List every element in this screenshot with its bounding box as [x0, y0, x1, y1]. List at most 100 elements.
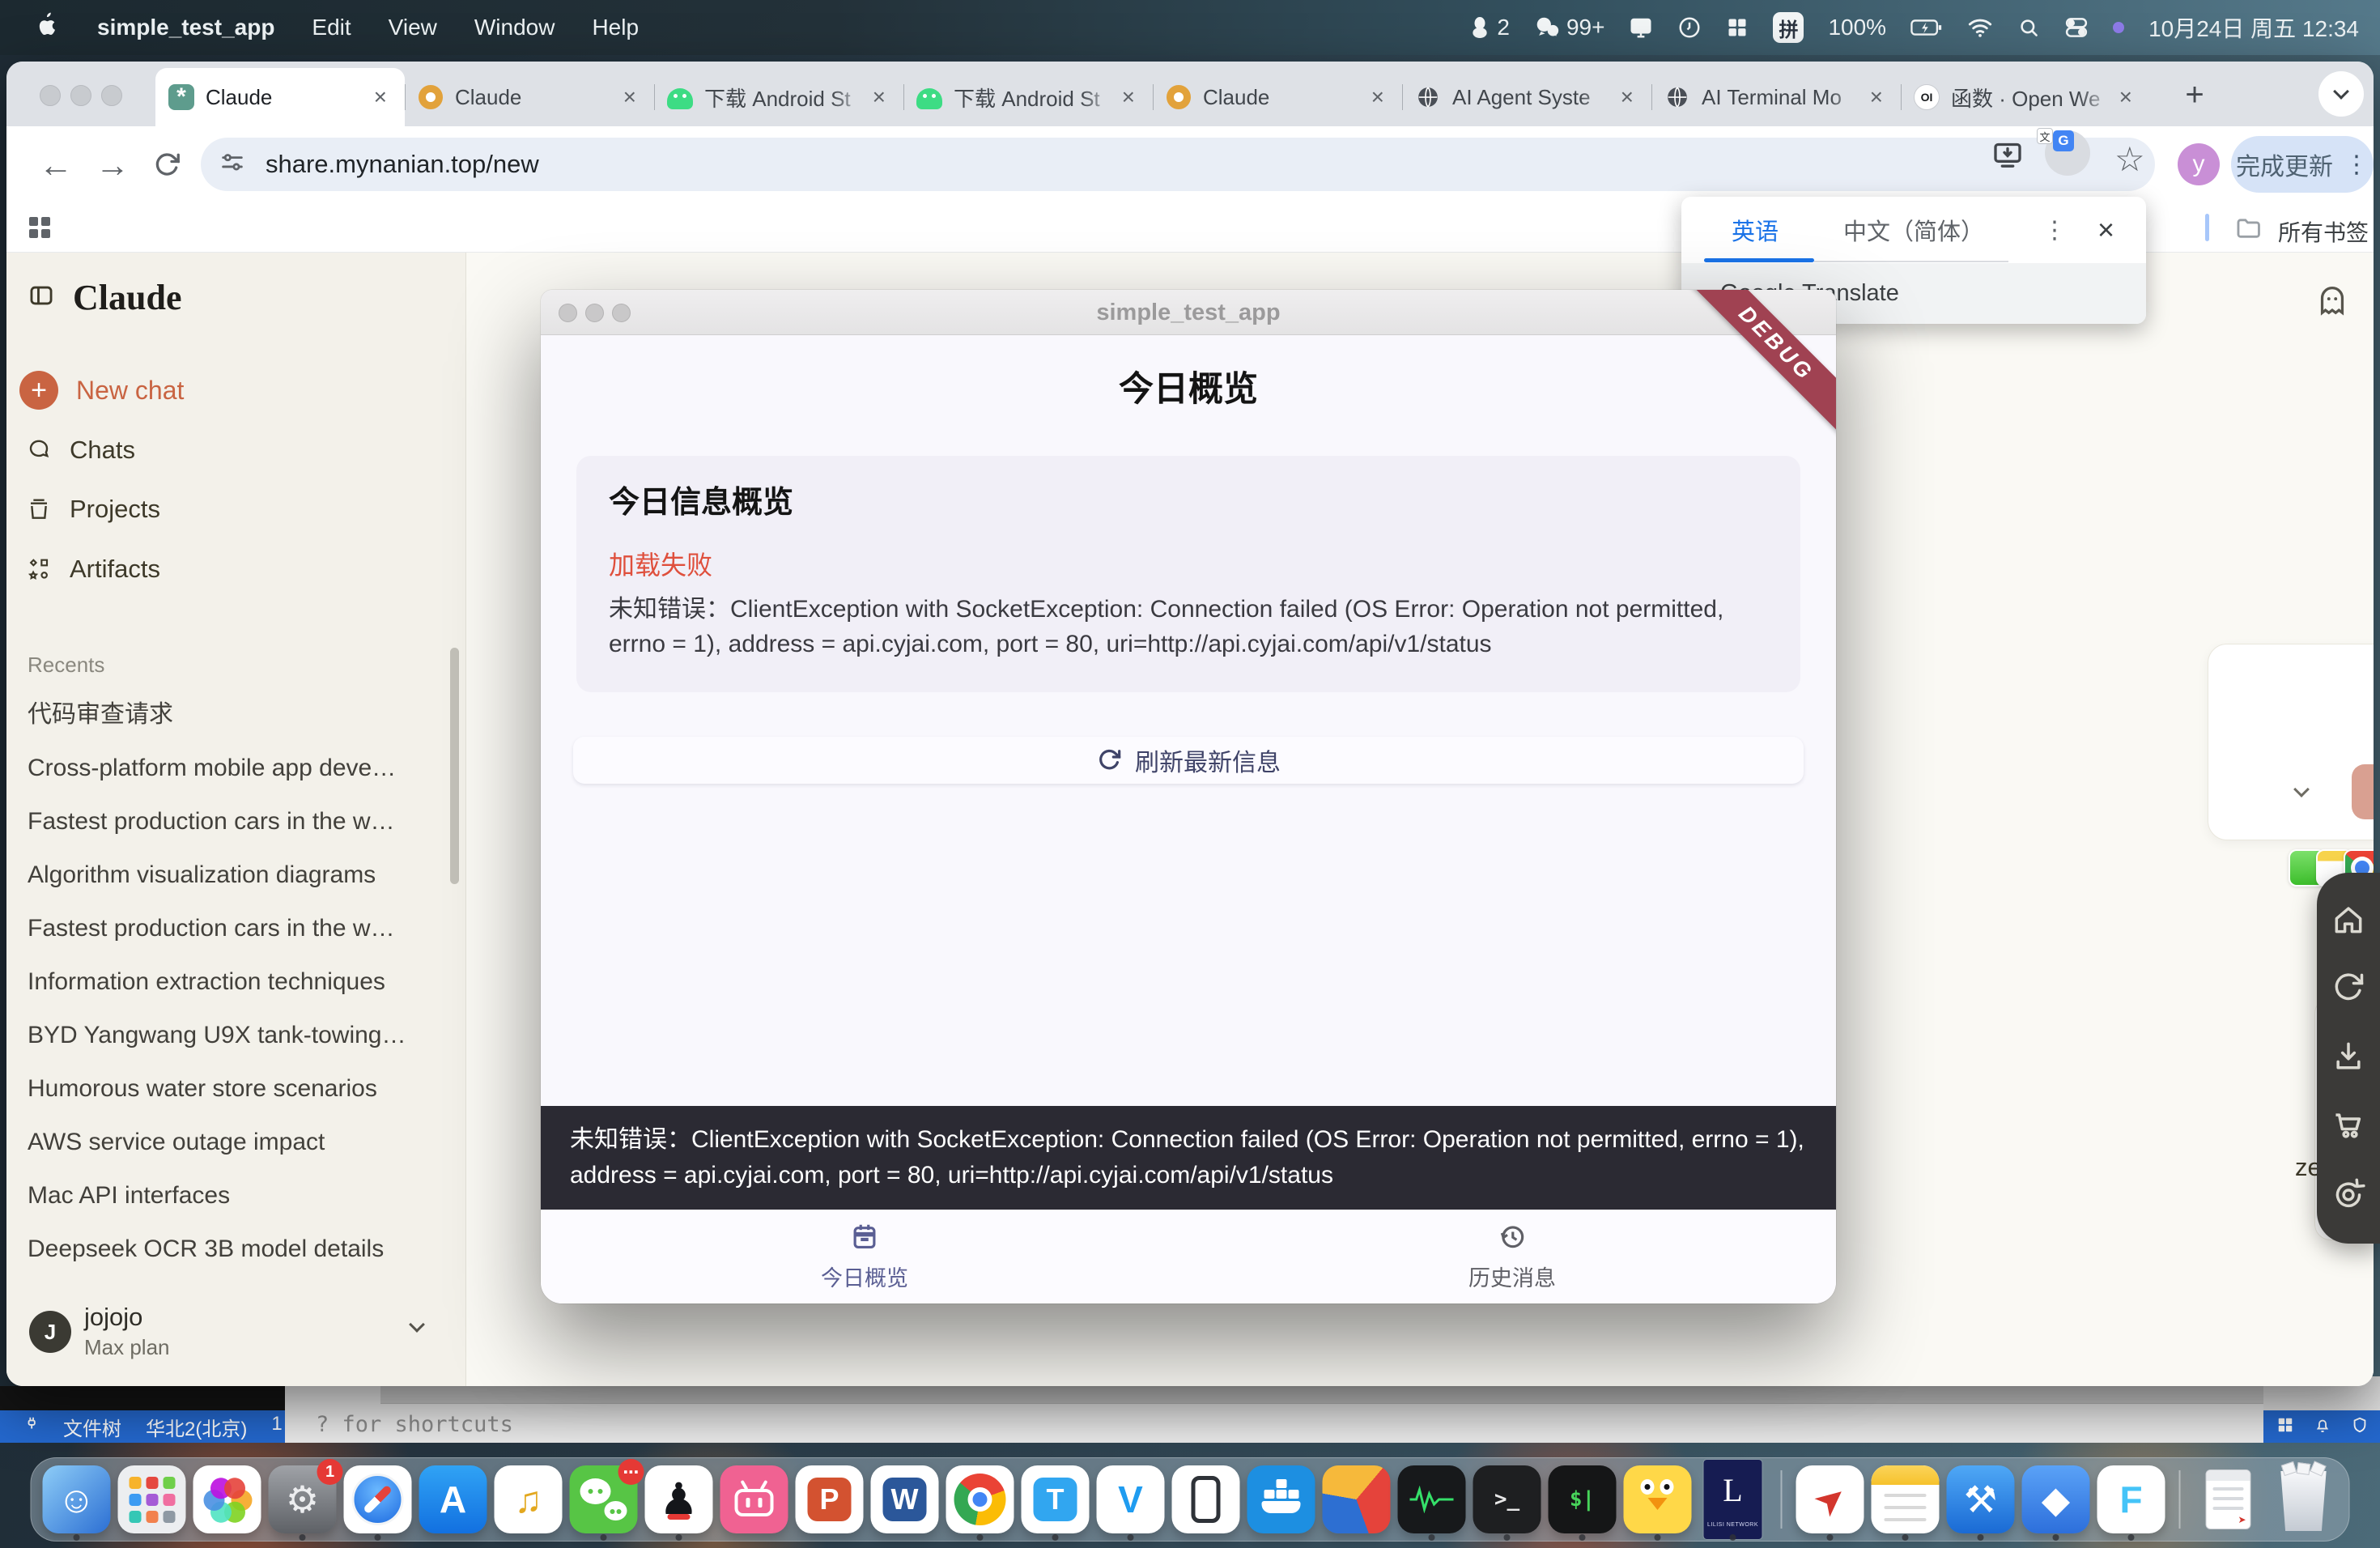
reload-icon[interactable] — [2331, 970, 2366, 1010]
tab-7[interactable]: OI函数 · Open We× — [1901, 68, 2150, 126]
apple-icon[interactable] — [36, 11, 60, 45]
tab-close-icon[interactable]: × — [1865, 83, 1888, 112]
menu-view[interactable]: View — [389, 15, 437, 40]
tab-2[interactable]: 下载 Android St× — [654, 68, 903, 126]
sidebar-toggle-icon[interactable] — [28, 282, 55, 313]
dock-item-cube-ide[interactable] — [1323, 1465, 1391, 1533]
refresh-button[interactable]: 刷新最新信息 — [573, 737, 1804, 784]
dock-item-terminal[interactable]: >_ — [1473, 1465, 1541, 1533]
back-button[interactable]: ← — [39, 146, 73, 185]
menu-window[interactable]: Window — [474, 15, 555, 40]
dock-item-finder[interactable]: ☺ — [43, 1465, 111, 1533]
menu-help[interactable]: Help — [592, 15, 639, 40]
recent-item-0[interactable]: 代码审查请求 — [6, 688, 444, 742]
dock-item-lilisi-network[interactable]: LLILISI NETWORK — [1699, 1465, 1767, 1533]
tab-3[interactable]: 下载 Android St× — [903, 68, 1153, 126]
user-menu[interactable]: J jojojo Max plan — [6, 1301, 466, 1363]
sidebar-item-chats[interactable]: Chats — [26, 436, 135, 465]
tab-close-icon[interactable]: × — [868, 83, 890, 112]
chrome-menu-icon[interactable]: ⋮ — [2344, 151, 2369, 179]
tab-1[interactable]: Claude× — [405, 68, 654, 126]
recent-item-10[interactable]: Deepseek OCR 3B model details — [6, 1223, 444, 1276]
translate-options-icon[interactable]: ⋮ — [2042, 216, 2067, 245]
window-close-button[interactable] — [40, 85, 61, 106]
dock-item-word[interactable]: W — [871, 1465, 939, 1533]
chat-input-card[interactable] — [2208, 644, 2374, 840]
window-grid-status-icon[interactable] — [1726, 16, 1749, 39]
recent-item-9[interactable]: Mac API interfaces — [6, 1169, 444, 1223]
wifi-icon[interactable] — [1967, 16, 1993, 39]
dock-item-photos[interactable] — [193, 1465, 261, 1533]
new-chat-button[interactable]: + New chat — [19, 371, 184, 410]
tune-icon[interactable] — [219, 149, 246, 181]
recent-item-6[interactable]: BYD Yangwang U9X tank-towing… — [6, 1009, 444, 1062]
install-app-icon[interactable] — [1991, 138, 2024, 175]
translate-tab-chinese[interactable]: 中文（简体） — [1843, 213, 1984, 247]
window-minimize-button[interactable] — [70, 85, 91, 106]
home-icon[interactable] — [2331, 902, 2366, 942]
finish-update-button[interactable]: 完成更新 ⋮ — [2231, 136, 2374, 193]
tab-close-icon[interactable]: × — [618, 83, 641, 112]
bookmark-star-icon[interactable]: ☆ — [2114, 139, 2145, 179]
recent-item-3[interactable]: Algorithm visualization diagrams — [6, 848, 444, 902]
dock-item-flclash[interactable]: ➤ — [1796, 1465, 1864, 1533]
window-zoom-button[interactable] — [101, 85, 122, 106]
recent-item-8[interactable]: AWS service outage impact — [6, 1116, 444, 1169]
dock-item-screenshot-preview[interactable]: ➤ — [2195, 1465, 2263, 1533]
dock-item-app-store[interactable]: A — [419, 1465, 487, 1533]
dock-item-music[interactable]: ♫ — [495, 1465, 563, 1533]
dock-item-cyberduck[interactable] — [1624, 1465, 1692, 1533]
menu-edit[interactable]: Edit — [312, 15, 351, 40]
dock-item-safari[interactable] — [344, 1465, 412, 1533]
sidebar-item-projects[interactable]: Projects — [26, 495, 160, 524]
time-machine-status-icon[interactable] — [1677, 15, 1702, 40]
qq-status-icon[interactable]: 2 — [1469, 15, 1510, 40]
tab-close-icon[interactable]: × — [1366, 83, 1389, 112]
folder-icon[interactable] — [2234, 214, 2262, 245]
control-center-icon[interactable] — [2064, 15, 2089, 40]
tab-close-icon[interactable]: × — [1616, 83, 1638, 112]
wechat-status-icon[interactable]: 99+ — [1534, 15, 1605, 40]
tab-5[interactable]: AI Agent Syste× — [1402, 68, 1651, 126]
address-bar[interactable]: share.mynanian.top/new — [201, 138, 2155, 191]
nav-tab-today[interactable]: 今日概览 — [767, 1221, 962, 1292]
recent-item-2[interactable]: Fastest production cars in the w… — [6, 795, 444, 848]
send-button[interactable]: ↑ — [2352, 764, 2374, 819]
tab-close-icon[interactable]: × — [1117, 83, 1140, 112]
translate-icon[interactable]: G文 — [2045, 130, 2090, 176]
claude-logo[interactable]: Claude — [73, 277, 181, 318]
tab-0[interactable]: *Claude× — [155, 68, 405, 126]
ghost-icon[interactable] — [2314, 282, 2351, 323]
forward-button[interactable]: → — [96, 146, 130, 185]
dock-item-flutter[interactable]: F — [2097, 1465, 2165, 1533]
spotlight-search-icon[interactable] — [2017, 16, 2040, 39]
dock-item-iphone-mirroring[interactable] — [1172, 1465, 1240, 1533]
dock-item-trash[interactable] — [2270, 1465, 2338, 1533]
translate-close-icon[interactable]: × — [2097, 213, 2114, 247]
dock-item-iterm[interactable]: $| — [1549, 1465, 1617, 1533]
dock-item-transporter-blue[interactable]: ◆ — [2022, 1465, 2090, 1533]
dock-item-wechat[interactable]: ⋯ — [570, 1465, 638, 1533]
model-selector-chevron[interactable] — [2293, 781, 2310, 797]
sidebar-scrollbar[interactable] — [450, 648, 459, 884]
dock-item-powerpoint[interactable]: P — [796, 1465, 864, 1533]
profile-avatar[interactable]: y — [2178, 143, 2220, 185]
cart-icon[interactable] — [2331, 1107, 2366, 1146]
dock-item-bilibili[interactable] — [720, 1465, 788, 1533]
dock-item-chrome[interactable] — [946, 1465, 1014, 1533]
tab-4[interactable]: Claude× — [1153, 68, 1402, 126]
layout-grid-icon[interactable] — [2276, 1416, 2294, 1438]
dock-item-docker[interactable] — [1247, 1465, 1315, 1533]
new-tab-button[interactable]: + — [2176, 76, 2213, 113]
recent-item-1[interactable]: Cross-platform mobile app deve… — [6, 742, 444, 795]
tab-6[interactable]: AI Terminal Mo× — [1651, 68, 1901, 126]
display-status-icon[interactable] — [1629, 15, 1653, 40]
tab-close-icon[interactable]: × — [2114, 83, 2137, 112]
recent-item-5[interactable]: Information extraction techniques — [6, 955, 444, 1009]
target-refresh-icon[interactable] — [2331, 1176, 2366, 1215]
dock-item-launchpad[interactable] — [118, 1465, 186, 1533]
input-method-icon[interactable]: 拼 — [1773, 12, 1804, 43]
recent-item-4[interactable]: Fastest production cars in the w… — [6, 902, 444, 955]
dock-item-vscode[interactable]: V — [1097, 1465, 1165, 1533]
all-bookmarks-label[interactable]: 所有书签 — [2278, 215, 2369, 248]
